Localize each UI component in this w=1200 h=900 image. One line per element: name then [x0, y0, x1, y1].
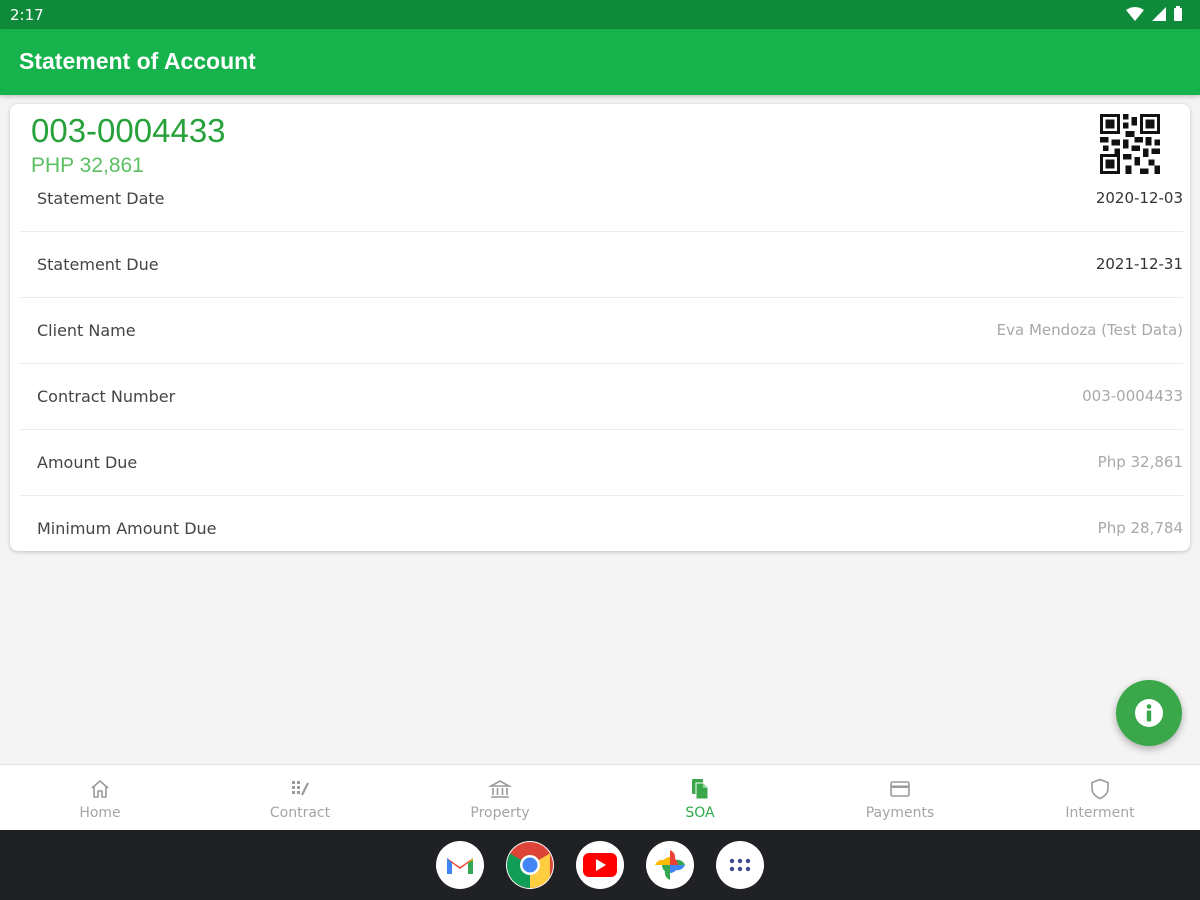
- nav-label: Home: [79, 805, 121, 821]
- nav-item-soa[interactable]: SOA: [600, 765, 800, 831]
- nav-item-home[interactable]: Home: [0, 765, 200, 831]
- nav-label: Property: [470, 805, 530, 821]
- bank-icon: [488, 780, 512, 798]
- detail-row-minimum-amount-due: Minimum Amount Due Php 28,784: [20, 496, 1183, 562]
- youtube-app[interactable]: [576, 841, 624, 889]
- detail-value: 003-0004433: [1082, 387, 1183, 405]
- detail-row-statement-due: Statement Due 2021-12-31: [20, 232, 1183, 298]
- detail-label: Statement Date: [37, 189, 165, 208]
- app-drawer-icon: [729, 858, 751, 872]
- shield-icon: [1091, 778, 1109, 800]
- page-title: Statement of Account: [19, 48, 256, 74]
- status-bar: 2:17: [0, 0, 1200, 29]
- gmail-icon: [447, 858, 473, 874]
- contract-icon: [292, 781, 309, 796]
- chrome-icon: [507, 842, 553, 888]
- status-icons: [1126, 6, 1182, 21]
- system-dock: [0, 830, 1200, 900]
- nav-label: Contract: [269, 805, 331, 821]
- nav-item-interment[interactable]: Interment: [1000, 765, 1200, 831]
- battery-icon: [1174, 6, 1182, 21]
- detail-label: Amount Due: [37, 453, 138, 472]
- detail-value: Php 28,784: [1097, 519, 1183, 537]
- document-icon: [692, 779, 709, 800]
- app-drawer-button[interactable]: [716, 841, 764, 889]
- detail-list: Statement Date 2020-12-03 Statement Due …: [20, 166, 1183, 562]
- gmail-app[interactable]: [436, 841, 484, 889]
- info-button[interactable]: [1116, 680, 1182, 746]
- photos-app[interactable]: [646, 841, 694, 889]
- detail-label: Statement Due: [37, 255, 159, 274]
- wifi-icon: [1126, 6, 1144, 21]
- nav-label: Payments: [865, 805, 935, 821]
- detail-value: Php 32,861: [1097, 453, 1183, 471]
- bottom-navigation: Home Contract Property SOA Payments Inte…: [0, 764, 1200, 830]
- nav-item-payments[interactable]: Payments: [800, 765, 1000, 831]
- signal-icon: [1152, 6, 1166, 21]
- detail-row-contract-number: Contract Number 003-0004433: [20, 364, 1183, 430]
- qr-code-icon[interactable]: [1100, 114, 1160, 174]
- statement-card: 003-0004433 PHP 32,861 Statement Date 20…: [10, 104, 1190, 551]
- detail-row-statement-date: Statement Date 2020-12-03: [20, 166, 1183, 232]
- info-icon: [1135, 699, 1163, 727]
- youtube-icon: [583, 853, 617, 877]
- photos-icon: [655, 850, 685, 880]
- detail-label: Minimum Amount Due: [37, 519, 217, 538]
- status-time: 2:17: [10, 6, 44, 24]
- app-bar: Statement of Account: [0, 29, 1200, 95]
- chrome-app[interactable]: [506, 841, 554, 889]
- nav-label: Interment: [1065, 805, 1135, 821]
- detail-row-client-name: Client Name Eva Mendoza (Test Data): [20, 298, 1183, 364]
- detail-value: Eva Mendoza (Test Data): [996, 321, 1183, 339]
- home-icon: [91, 780, 109, 798]
- nav-item-property[interactable]: Property: [400, 765, 600, 831]
- contract-number-heading: 003-0004433: [31, 112, 226, 149]
- nav-label: SOA: [685, 805, 715, 821]
- credit-card-icon: [890, 781, 910, 797]
- nav-item-contract[interactable]: Contract: [200, 765, 400, 831]
- detail-value: 2020-12-03: [1095, 189, 1183, 207]
- detail-row-amount-due: Amount Due Php 32,861: [20, 430, 1183, 496]
- detail-value: 2021-12-31: [1095, 255, 1183, 273]
- detail-label: Client Name: [37, 321, 136, 340]
- detail-label: Contract Number: [37, 387, 176, 406]
